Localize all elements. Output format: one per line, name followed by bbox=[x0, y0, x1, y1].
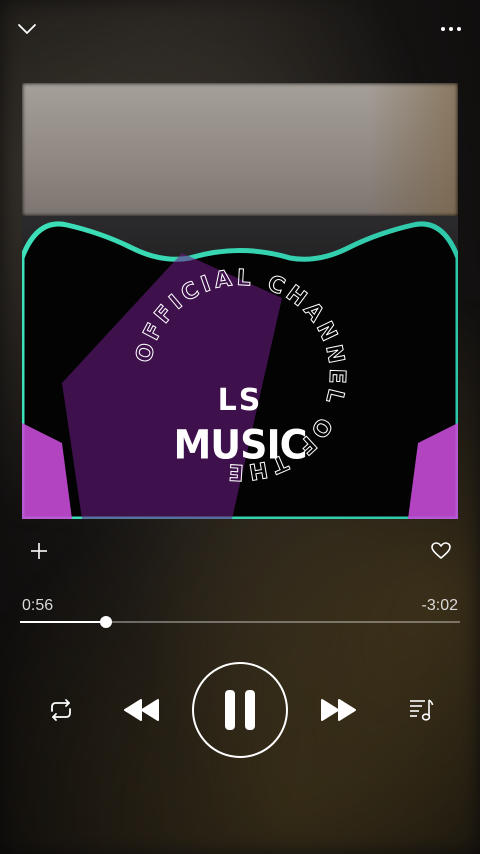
progress-thumb[interactable] bbox=[99, 616, 112, 628]
remaining-time: -3:02 bbox=[421, 597, 458, 614]
logo-music: MUSIC bbox=[173, 421, 307, 469]
add-button[interactable] bbox=[24, 536, 54, 566]
queue-icon bbox=[410, 699, 434, 721]
progress-slider[interactable] bbox=[20, 616, 460, 628]
chevron-down-icon bbox=[18, 24, 36, 34]
like-button[interactable] bbox=[426, 536, 456, 566]
next-button[interactable] bbox=[314, 690, 362, 730]
more-icon bbox=[441, 27, 461, 31]
progress-fill bbox=[20, 621, 106, 623]
more-options-button[interactable] bbox=[434, 14, 468, 44]
repeat-button[interactable] bbox=[42, 692, 80, 728]
pause-button[interactable] bbox=[192, 662, 288, 758]
rewind-icon bbox=[124, 699, 159, 721]
queue-button[interactable] bbox=[402, 690, 440, 730]
pause-icon bbox=[225, 690, 255, 730]
previous-button[interactable] bbox=[118, 690, 166, 730]
elapsed-time: 0:56 bbox=[22, 597, 54, 614]
fast-forward-icon bbox=[321, 699, 356, 721]
collapse-button[interactable] bbox=[10, 14, 44, 44]
heart-icon bbox=[431, 542, 451, 559]
repeat-icon bbox=[51, 699, 71, 721]
album-art: OFFICIAL CHANNEL OF THE LS MUSIC bbox=[22, 83, 458, 519]
plus-icon bbox=[31, 543, 47, 559]
logo-ls: LS bbox=[217, 383, 263, 418]
